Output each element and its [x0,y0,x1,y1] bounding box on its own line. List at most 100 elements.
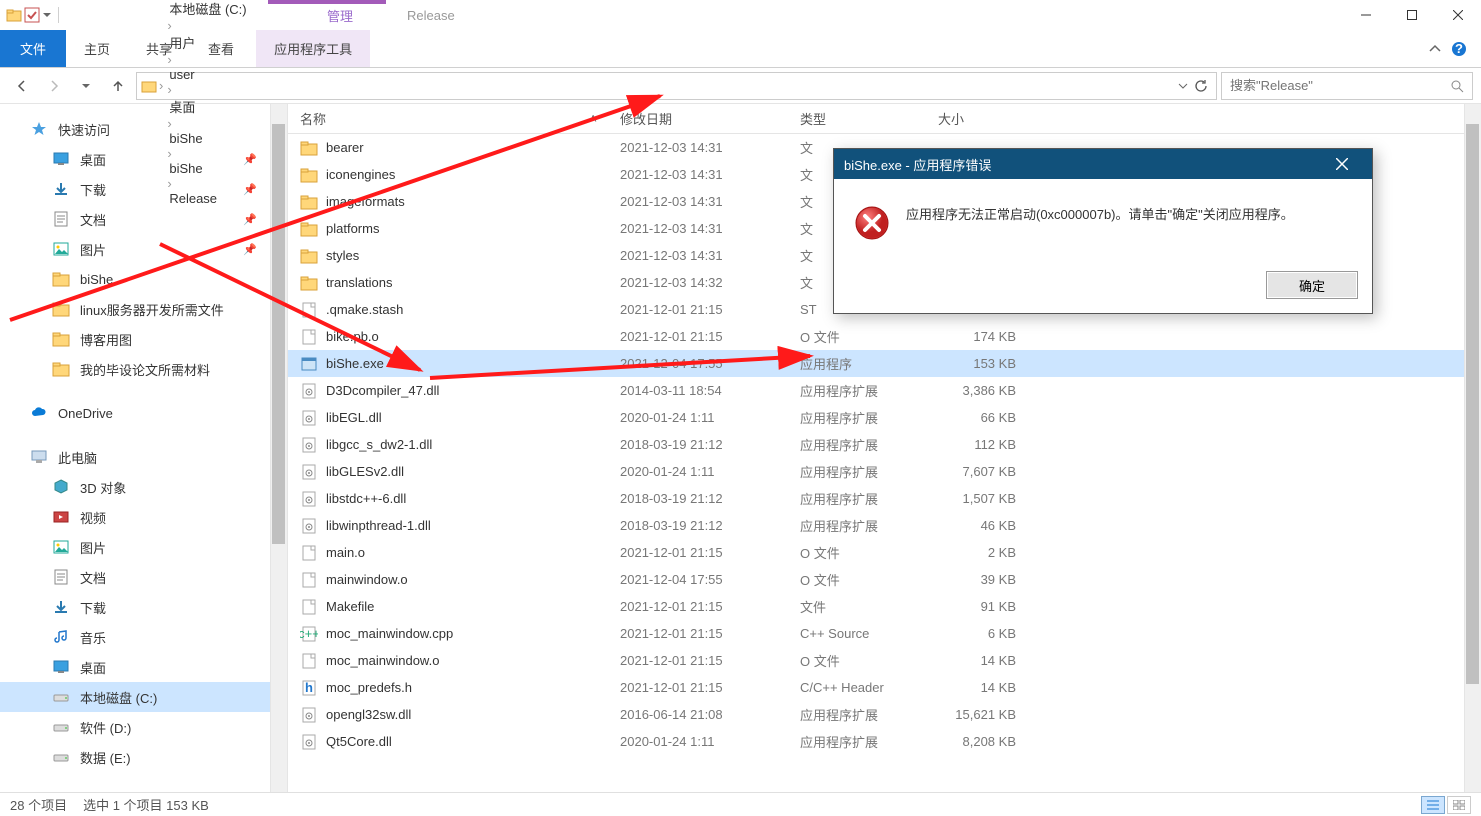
file-size: 39 KB [938,572,1030,587]
up-button[interactable] [104,72,132,100]
nav-item[interactable]: 下载📌 [0,174,287,204]
column-header-date[interactable]: 修改日期 [608,104,788,133]
file-row[interactable]: bike.pb.o2021-12-01 21:15O 文件174 KB [288,323,1481,350]
view-details-button[interactable] [1421,796,1445,814]
address-bar[interactable]: › 此电脑›本地磁盘 (C:)›用户›user›桌面›biShe›biShe›R… [136,72,1217,100]
dialog-title-bar[interactable]: biShe.exe - 应用程序错误 [834,149,1372,179]
help-icon[interactable]: ? [1451,41,1467,57]
dll-icon [300,490,318,508]
folder-icon [52,270,70,288]
close-button[interactable] [1435,0,1481,30]
file-row[interactable]: hmoc_predefs.h2021-12-01 21:15C/C++ Head… [288,674,1481,701]
file-row[interactable]: libwinpthread-1.dll2018-03-19 21:12应用程序扩… [288,512,1481,539]
file-date: 2018-03-19 21:12 [608,491,788,506]
search-icon[interactable] [1450,79,1464,93]
nav-item[interactable]: 数据 (E:) [0,742,287,772]
nav-item[interactable]: 下载 [0,592,287,622]
ribbon-tab-home[interactable]: 主页 [66,30,128,67]
dialog-ok-button[interactable]: 确定 [1266,271,1358,299]
nav-onedrive[interactable]: OneDrive [0,398,287,428]
folder-icon [52,330,70,348]
forward-button[interactable] [40,72,68,100]
maximize-button[interactable] [1389,0,1435,30]
file-row[interactable]: Makefile2021-12-01 21:15文件91 KB [288,593,1481,620]
ribbon-expand-icon[interactable] [1429,43,1441,55]
nav-item[interactable]: 图片📌 [0,234,287,264]
recent-dropdown[interactable] [72,72,100,100]
file-date: 2016-06-14 21:08 [608,707,788,722]
file-date: 2021-12-03 14:31 [608,221,788,236]
back-button[interactable] [8,72,36,100]
nav-item[interactable]: 本地磁盘 (C:) [0,682,287,712]
file-size: 7,607 KB [938,464,1030,479]
breadcrumb-segment[interactable]: user [165,67,250,82]
file-icon [300,328,318,346]
nav-item[interactable]: 桌面 [0,652,287,682]
file-row[interactable]: libGLESv2.dll2020-01-24 1:11应用程序扩展7,607 … [288,458,1481,485]
file-date: 2020-01-24 1:11 [608,410,788,425]
nav-item[interactable]: 桌面📌 [0,144,287,174]
file-date: 2018-03-19 21:12 [608,518,788,533]
file-row[interactable]: mainwindow.o2021-12-04 17:55O 文件39 KB [288,566,1481,593]
nav-item[interactable]: linux服务器开发所需文件 [0,294,287,324]
chevron-right-icon[interactable]: › [167,82,171,97]
nav-item[interactable]: 文档📌 [0,204,287,234]
nav-item[interactable]: 博客用图 [0,324,287,354]
svg-text:?: ? [1455,41,1463,56]
nav-this-pc[interactable]: 此电脑 [0,442,287,472]
breadcrumb-segment[interactable]: 本地磁盘 (C:) [165,0,250,18]
column-header-name[interactable]: 名称˄ [288,104,608,133]
file-row[interactable]: c++moc_mainwindow.cpp2021-12-01 21:15C++… [288,620,1481,647]
ribbon-tab-app-tools[interactable]: 应用程序工具 [256,30,370,67]
file-date: 2014-03-11 18:54 [608,383,788,398]
file-date: 2021-12-04 17:55 [608,356,788,371]
column-header-type[interactable]: 类型 [788,104,938,133]
file-row[interactable]: Qt5Core.dll2020-01-24 1:11应用程序扩展8,208 KB [288,728,1481,755]
file-date: 2021-12-03 14:31 [608,194,788,209]
nav-item[interactable]: 软件 (D:) [0,712,287,742]
address-dropdown-icon[interactable] [1178,81,1188,91]
chevron-right-icon[interactable]: › [167,52,171,67]
navpane-scrollbar[interactable] [270,104,287,792]
nav-item[interactable]: 视频 [0,502,287,532]
file-size: 112 KB [938,437,1030,452]
chevron-right-icon[interactable]: › [167,18,171,33]
file-row[interactable]: libgcc_s_dw2-1.dll2018-03-19 21:12应用程序扩展… [288,431,1481,458]
file-size: 3,386 KB [938,383,1030,398]
dll-icon [300,409,318,427]
file-type: 应用程序扩展 [788,435,938,454]
file-row[interactable]: moc_mainwindow.o2021-12-01 21:15O 文件14 K… [288,647,1481,674]
file-row[interactable]: main.o2021-12-01 21:15O 文件2 KB [288,539,1481,566]
nav-item[interactable]: 3D 对象 [0,472,287,502]
content-scrollbar[interactable] [1464,104,1481,792]
qat-dropdown-icon[interactable] [42,10,52,20]
nav-item[interactable]: 我的毕设论文所需材料 [0,354,287,384]
file-date: 2021-12-01 21:15 [608,302,788,317]
file-row[interactable]: opengl32sw.dll2016-06-14 21:08应用程序扩展15,6… [288,701,1481,728]
status-item-count: 28 个项目 [10,795,67,814]
nav-quick-access[interactable]: 快速访问 [0,114,287,144]
nav-item[interactable]: 图片 [0,532,287,562]
dialog-close-button[interactable] [1322,149,1362,179]
minimize-button[interactable] [1343,0,1389,30]
file-row[interactable]: libstdc++-6.dll2018-03-19 21:12应用程序扩展1,5… [288,485,1481,512]
file-row[interactable]: libEGL.dll2020-01-24 1:11应用程序扩展66 KB [288,404,1481,431]
nav-item[interactable]: 音乐 [0,622,287,652]
breadcrumb-segment[interactable]: 用户 [165,33,250,52]
refresh-icon[interactable] [1194,79,1208,93]
error-dialog: biShe.exe - 应用程序错误 应用程序无法正常启动(0xc000007b… [833,148,1373,314]
search-input[interactable] [1230,78,1450,93]
nav-item[interactable]: biShe [0,264,287,294]
file-row[interactable]: D3Dcompiler_47.dll2014-03-11 18:54应用程序扩展… [288,377,1481,404]
file-row[interactable]: biShe.exe2021-12-04 17:55应用程序153 KB [288,350,1481,377]
folder-icon [6,7,22,23]
dll-icon [300,706,318,724]
column-header-size[interactable]: 大小 [938,104,1030,133]
svg-text:c++: c++ [300,626,318,641]
nav-item[interactable]: 文档 [0,562,287,592]
qat-checkbox-icon[interactable] [24,7,40,23]
view-large-icons-button[interactable] [1447,796,1471,814]
ribbon-tab-file[interactable]: 文件 [0,30,66,67]
chevron-right-icon[interactable]: › [159,78,163,93]
search-box[interactable] [1221,72,1473,100]
